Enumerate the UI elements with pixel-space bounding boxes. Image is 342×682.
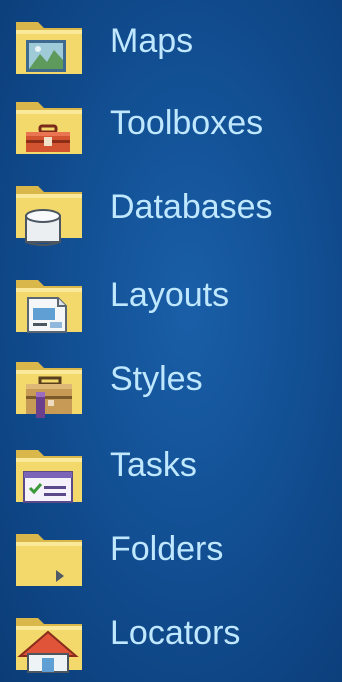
catalog-item-styles[interactable]: Styles xyxy=(0,340,342,424)
catalog-item-label: Toolboxes xyxy=(110,104,264,142)
catalog-item-layouts[interactable]: Layouts xyxy=(0,256,342,340)
catalog-item-label: Databases xyxy=(110,188,273,226)
catalog-item-label: Tasks xyxy=(110,446,197,484)
catalog-item-list: Maps Toolboxes Databases Layouts Styles … xyxy=(0,0,342,682)
catalog-item-toolboxes[interactable]: Toolboxes xyxy=(0,90,342,174)
folder-layout-icon xyxy=(12,270,86,340)
catalog-item-label: Maps xyxy=(110,22,194,60)
catalog-item-label: Styles xyxy=(110,360,203,398)
folder-style-icon xyxy=(12,352,86,422)
folder-icon xyxy=(12,524,86,594)
folder-task-icon xyxy=(12,440,86,510)
folder-locator-icon xyxy=(12,608,86,678)
catalog-item-label: Locators xyxy=(110,614,241,652)
catalog-item-tasks[interactable]: Tasks xyxy=(0,424,342,508)
catalog-item-databases[interactable]: Databases xyxy=(0,172,342,256)
catalog-item-label: Layouts xyxy=(110,276,230,314)
catalog-item-label: Folders xyxy=(110,530,224,568)
folder-map-icon xyxy=(12,12,86,82)
catalog-item-maps[interactable]: Maps xyxy=(0,6,342,90)
catalog-item-locators[interactable]: Locators xyxy=(0,592,342,676)
folder-database-icon xyxy=(12,176,86,246)
folder-toolbox-icon xyxy=(12,92,86,162)
catalog-item-folders[interactable]: Folders xyxy=(0,508,342,592)
